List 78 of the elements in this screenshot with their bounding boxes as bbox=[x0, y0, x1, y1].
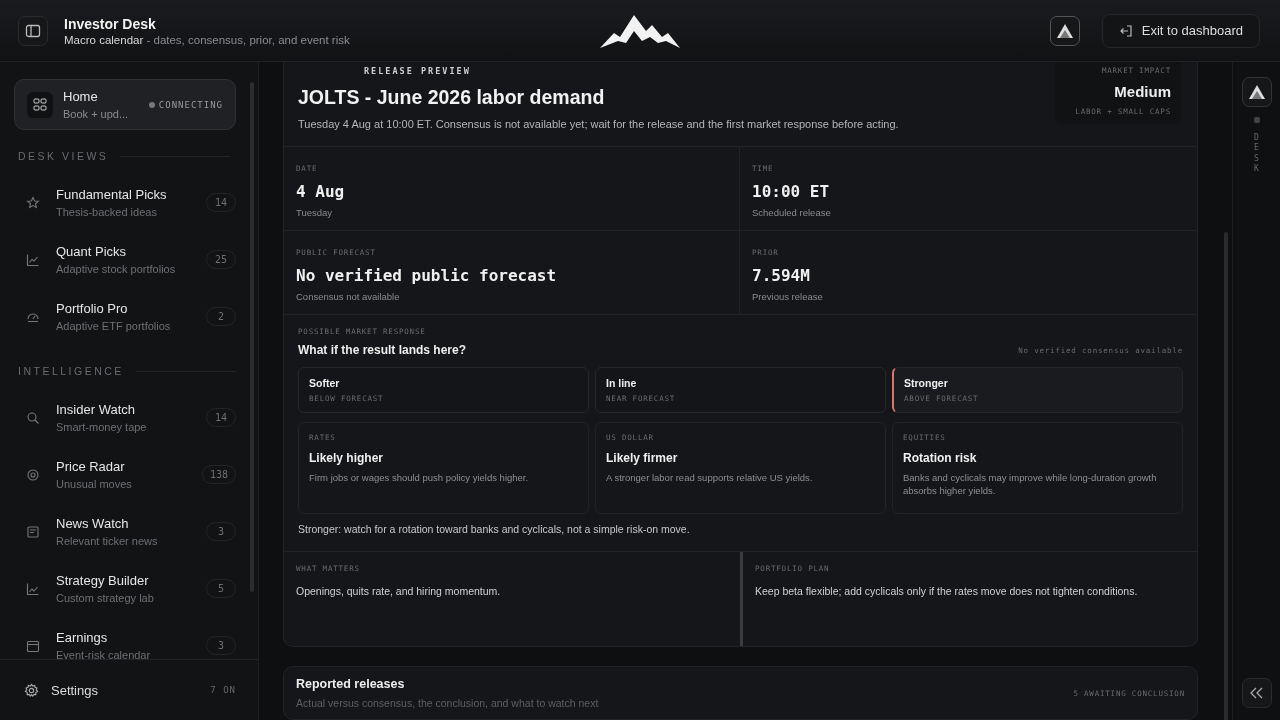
nav-item[interactable]: News Watch Relevant ticker news 3 bbox=[14, 503, 236, 560]
stat-note: Tuesday bbox=[296, 207, 334, 218]
nav-item[interactable]: Quant Picks Adaptive stock portfolios 25 bbox=[14, 231, 236, 288]
exit-button[interactable]: Exit to dashboard bbox=[1101, 13, 1260, 48]
stat-note: Scheduled release bbox=[752, 207, 832, 218]
nav-item[interactable]: Fundamental Picks Thesis-backed ideas 14 bbox=[14, 174, 236, 231]
impact-text: A stronger labor read supports relative US yields. bbox=[606, 472, 814, 485]
impact-value: Medium bbox=[1114, 82, 1171, 100]
settings-count: 7 ON bbox=[210, 685, 236, 695]
chart-icon bbox=[26, 252, 40, 267]
status-dot-icon bbox=[148, 101, 155, 108]
stat-note: Previous release bbox=[752, 291, 824, 302]
sidebar-icon bbox=[25, 22, 41, 39]
nav-title: Strategy Builder bbox=[56, 573, 150, 588]
release-eyebrow: RELEASE PREVIEW bbox=[364, 66, 472, 76]
app-title: Investor Desk bbox=[64, 15, 157, 32]
brand-button[interactable] bbox=[1049, 15, 1080, 46]
nav-item[interactable]: Earnings Event-risk calendar 3 bbox=[14, 617, 236, 659]
nav-title: Price Radar bbox=[56, 459, 126, 474]
grid-icon bbox=[33, 97, 47, 112]
trend-icon bbox=[26, 581, 40, 596]
nav-subtitle: Adaptive ETF portfolios bbox=[56, 320, 172, 332]
response-takeaway: Stronger: watch for a rotation toward banks and cyclicals, not a simple risk-on move. bbox=[298, 523, 691, 535]
connection-status: CONNECTING bbox=[158, 99, 223, 110]
impact-text: Firm jobs or wages should push policy yields higher. bbox=[309, 472, 530, 485]
search-icon bbox=[26, 410, 40, 425]
nav-item[interactable]: Price Radar Unusual moves 138 bbox=[14, 446, 236, 503]
nav-subtitle: Custom strategy lab bbox=[56, 592, 155, 604]
impact-title: Likely firmer bbox=[606, 451, 679, 465]
release-title: JOLTS - June 2026 labor demand bbox=[298, 86, 606, 109]
target-icon bbox=[26, 467, 40, 482]
settings-item[interactable]: Settings 7 ON bbox=[0, 659, 258, 720]
nav-subtitle: Thesis-backed ideas bbox=[56, 206, 158, 218]
nav-subtitle: Unusual moves bbox=[56, 478, 133, 490]
star-icon bbox=[26, 195, 40, 210]
impact-title: Likely higher bbox=[309, 451, 385, 465]
nav-item[interactable]: Strategy Builder Custom strategy lab 5 bbox=[14, 560, 236, 617]
nav-title: Portfolio Pro bbox=[56, 301, 129, 316]
nav-title: Insider Watch bbox=[56, 402, 136, 417]
page-subtitle: Macro calendar - dates, consensus, prior, and event risk bbox=[64, 33, 350, 46]
section-heading: DESK VIEWS bbox=[18, 150, 109, 162]
nav-item[interactable]: Insider Watch Smart-money tape 14 bbox=[14, 389, 236, 446]
settings-icon bbox=[24, 682, 39, 698]
double-chevron-left-icon bbox=[1250, 687, 1264, 699]
stat-note: Consensus not available bbox=[296, 291, 401, 302]
nav-subtitle: Adaptive stock portfolios bbox=[56, 263, 177, 275]
note-text: Keep beta flexible; add cyclicals only if the rates move does not tighten conditions. bbox=[755, 585, 1139, 597]
stat-value: 10:00 ET bbox=[752, 182, 831, 201]
note-text: Openings, quits rate, and hiring momentum. bbox=[296, 585, 502, 597]
home-nav-item[interactable]: Home Book + upd... CONNECTING bbox=[14, 79, 236, 130]
news-icon bbox=[26, 524, 40, 539]
nav-title: Fundamental Picks bbox=[56, 187, 168, 202]
stat-value: 7.594M bbox=[752, 266, 811, 285]
sidebar-toggle-button[interactable] bbox=[18, 15, 48, 46]
exit-icon bbox=[1118, 23, 1133, 38]
stat-value: No verified public forecast bbox=[296, 266, 558, 285]
reported-title: Reported releases bbox=[296, 677, 406, 691]
calendar-icon bbox=[26, 638, 40, 653]
impact-text: Banks and cyclicals may improve while long-duration growth absorbs higher yields. bbox=[903, 472, 1158, 498]
impact-title: Rotation risk bbox=[903, 451, 978, 465]
nav-subtitle: Relevant ticker news bbox=[56, 535, 159, 547]
nav-subtitle: Smart-money tape bbox=[56, 421, 148, 433]
nav-subtitle: Book + upd... bbox=[63, 108, 130, 120]
mountain-icon bbox=[1247, 83, 1266, 101]
response-question: What if the result lands here? bbox=[298, 343, 467, 357]
nav-title: Home bbox=[63, 89, 99, 104]
collapse-button[interactable] bbox=[1242, 678, 1272, 708]
release-summary: Tuesday 4 Aug at 10:00 ET. Consensus is not available yet; wait for the release and the first market response before acting. bbox=[298, 118, 900, 130]
stat-value: 4 Aug bbox=[296, 182, 346, 201]
rail-label: DESK bbox=[1253, 133, 1260, 175]
nav-title: News Watch bbox=[56, 516, 130, 531]
nav-title: Quant Picks bbox=[56, 244, 128, 259]
nav-item[interactable]: Portfolio Pro Adaptive ETF portfolios 2 bbox=[14, 288, 236, 345]
brand-button[interactable] bbox=[1241, 77, 1272, 107]
section-heading: INTELLIGENCE bbox=[18, 365, 124, 377]
nav-subtitle: Event-risk calendar bbox=[56, 649, 152, 659]
reported-subtitle: Actual versus consensus, the conclusion, and what to watch next bbox=[296, 697, 599, 709]
nav-title: Earnings bbox=[56, 630, 109, 645]
